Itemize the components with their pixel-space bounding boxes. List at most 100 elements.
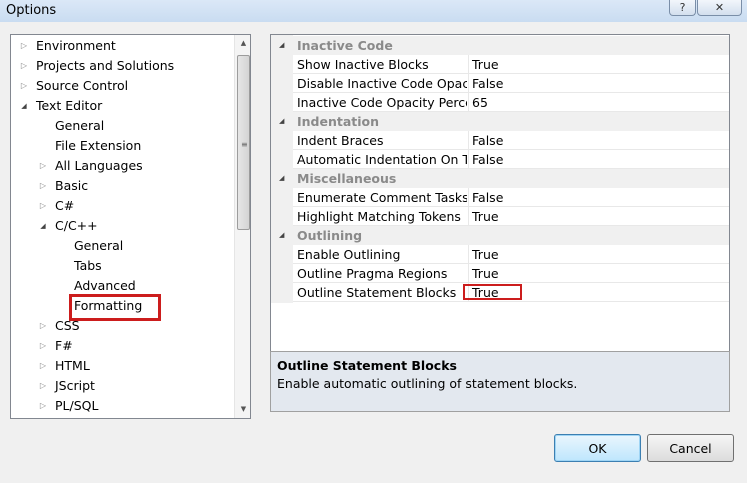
collapsed-arrow-icon[interactable] [38,196,48,216]
category-label: Inactive Code [297,38,393,53]
property-row[interactable]: Indent Braces False [293,131,729,150]
property-name: Automatic Indentation On Tab [297,152,467,167]
scroll-thumb[interactable]: ≡ [237,55,250,230]
close-icon: ✕ [714,1,725,14]
collapsed-arrow-icon[interactable] [38,396,48,416]
collapsed-arrow-icon[interactable] [19,56,29,76]
tree-item-label: Tabs [74,258,102,273]
property-name: Inactive Code Opacity Percent [297,95,467,110]
help-button[interactable]: ? [669,0,696,16]
options-tree[interactable]: Environment Projects and Solutions Source … [10,34,251,419]
description-panel: Outline Statement Blocks Enable automati… [270,351,730,412]
property-grid: ◢ Inactive Code Show Inactive Blocks True Di… [270,34,730,352]
collapsed-arrow-icon[interactable] [38,176,48,196]
property-name: Outline Statement Blocks [297,285,457,300]
expanded-arrow-icon[interactable]: ◢ [279,226,284,245]
scroll-down-arrow-icon[interactable]: ▼ [235,401,250,418]
property-row[interactable]: Show Inactive Blocks True [293,55,729,74]
expanded-arrow-icon[interactable] [19,96,29,116]
close-button[interactable]: ✕ [697,0,742,16]
collapsed-arrow-icon[interactable] [38,156,48,176]
property-value[interactable]: 65 [472,93,488,112]
category-label: Miscellaneous [297,171,397,186]
property-value[interactable]: False [472,131,503,150]
grip-icon: ≡ [241,140,248,149]
title-bar: Options ? ✕ [0,0,747,22]
category-header[interactable]: ◢ Miscellaneous [271,169,729,188]
tree-item-label: CSS [55,318,80,333]
options-dialog: Options ? ✕ Environment Projects and Solu… [0,0,747,483]
column-divider[interactable] [468,74,469,93]
tree-item-label: Projects and Solutions [36,58,175,73]
tree-item-label: HTML [55,358,90,373]
collapsed-arrow-icon[interactable] [38,336,48,356]
tree-item-label: C# [55,198,75,213]
property-value[interactable]: True [472,207,499,226]
property-value[interactable]: False [472,150,503,169]
category-label: Indentation [297,114,380,129]
scroll-up-arrow-icon[interactable]: ▲ [235,35,250,52]
collapsed-arrow-icon[interactable] [38,356,48,376]
ok-button[interactable]: OK [554,434,641,462]
property-value[interactable]: False [472,74,503,93]
property-value[interactable]: False [472,188,503,207]
column-divider[interactable] [468,207,469,226]
description-text: Enable automatic outlining of statement … [277,376,578,391]
tree-item-label: JScript [55,378,95,393]
expanded-arrow-icon[interactable]: ◢ [279,112,284,131]
tree-item-label: All Languages [55,158,143,173]
column-divider[interactable] [468,131,469,150]
column-divider[interactable] [468,264,469,283]
window-title: Options [6,3,57,18]
tree-item-label: General [74,238,124,253]
category-header[interactable]: ◢ Outlining [271,226,729,245]
expanded-arrow-icon[interactable] [38,216,48,236]
tree-item-label: Basic [55,178,89,193]
property-value[interactable]: True [472,264,499,283]
column-divider[interactable] [468,55,469,74]
category-header[interactable]: ◢ Indentation [271,112,729,131]
property-name: Highlight Matching Tokens [297,209,461,224]
column-divider[interactable] [468,188,469,207]
cancel-button[interactable]: Cancel [647,434,734,462]
property-name: Enumerate Comment Tasks [297,190,467,205]
tree-item-label: C/C++ [55,218,98,233]
category-label: Outlining [297,228,363,243]
help-icon: ? [679,1,686,14]
collapsed-arrow-icon[interactable] [38,316,48,336]
column-divider[interactable] [468,93,469,112]
tree-item-label: PL/SQL [55,398,99,413]
column-divider[interactable] [468,245,469,264]
collapsed-arrow-icon[interactable] [38,376,48,396]
property-name: Indent Braces [297,133,384,148]
property-row[interactable]: Enable Outlining True [293,245,729,264]
category-header[interactable]: ◢ Inactive Code [271,36,729,55]
tree-item-label: Advanced [74,278,136,293]
property-value[interactable]: True [472,55,499,74]
property-name: Enable Outlining [297,247,401,262]
tree-item-label: F# [55,338,73,353]
property-row[interactable]: Enumerate Comment Tasks False [293,188,729,207]
description-title: Outline Statement Blocks [277,358,457,373]
property-row[interactable]: Automatic Indentation On Tab False [293,150,729,169]
tree-item-label: File Extension [55,138,142,153]
property-row[interactable]: Highlight Matching Tokens True [293,207,729,226]
property-name: Disable Inactive Code Opacity [297,76,467,91]
property-name: Outline Pragma Regions [297,266,448,281]
expanded-arrow-icon[interactable]: ◢ [279,36,284,55]
property-name: Show Inactive Blocks [297,57,429,72]
tree-scrollbar[interactable]: ▲ ≡ ▼ [234,35,250,418]
property-row[interactable]: Outline Pragma Regions True [293,264,729,283]
property-row[interactable]: Disable Inactive Code Opacity False [293,74,729,93]
expanded-arrow-icon[interactable]: ◢ [279,169,284,188]
tree-item-label: General [55,118,105,133]
property-row[interactable]: Inactive Code Opacity Percent 65 [293,93,729,112]
property-value[interactable]: True [472,245,499,264]
tree-item-label: Source Control [36,78,129,93]
tree-item-label: Environment [36,38,116,53]
collapsed-arrow-icon[interactable] [19,36,29,56]
collapsed-arrow-icon[interactable] [19,76,29,96]
highlight-box [69,294,161,321]
highlight-box [463,284,522,300]
column-divider[interactable] [468,150,469,169]
